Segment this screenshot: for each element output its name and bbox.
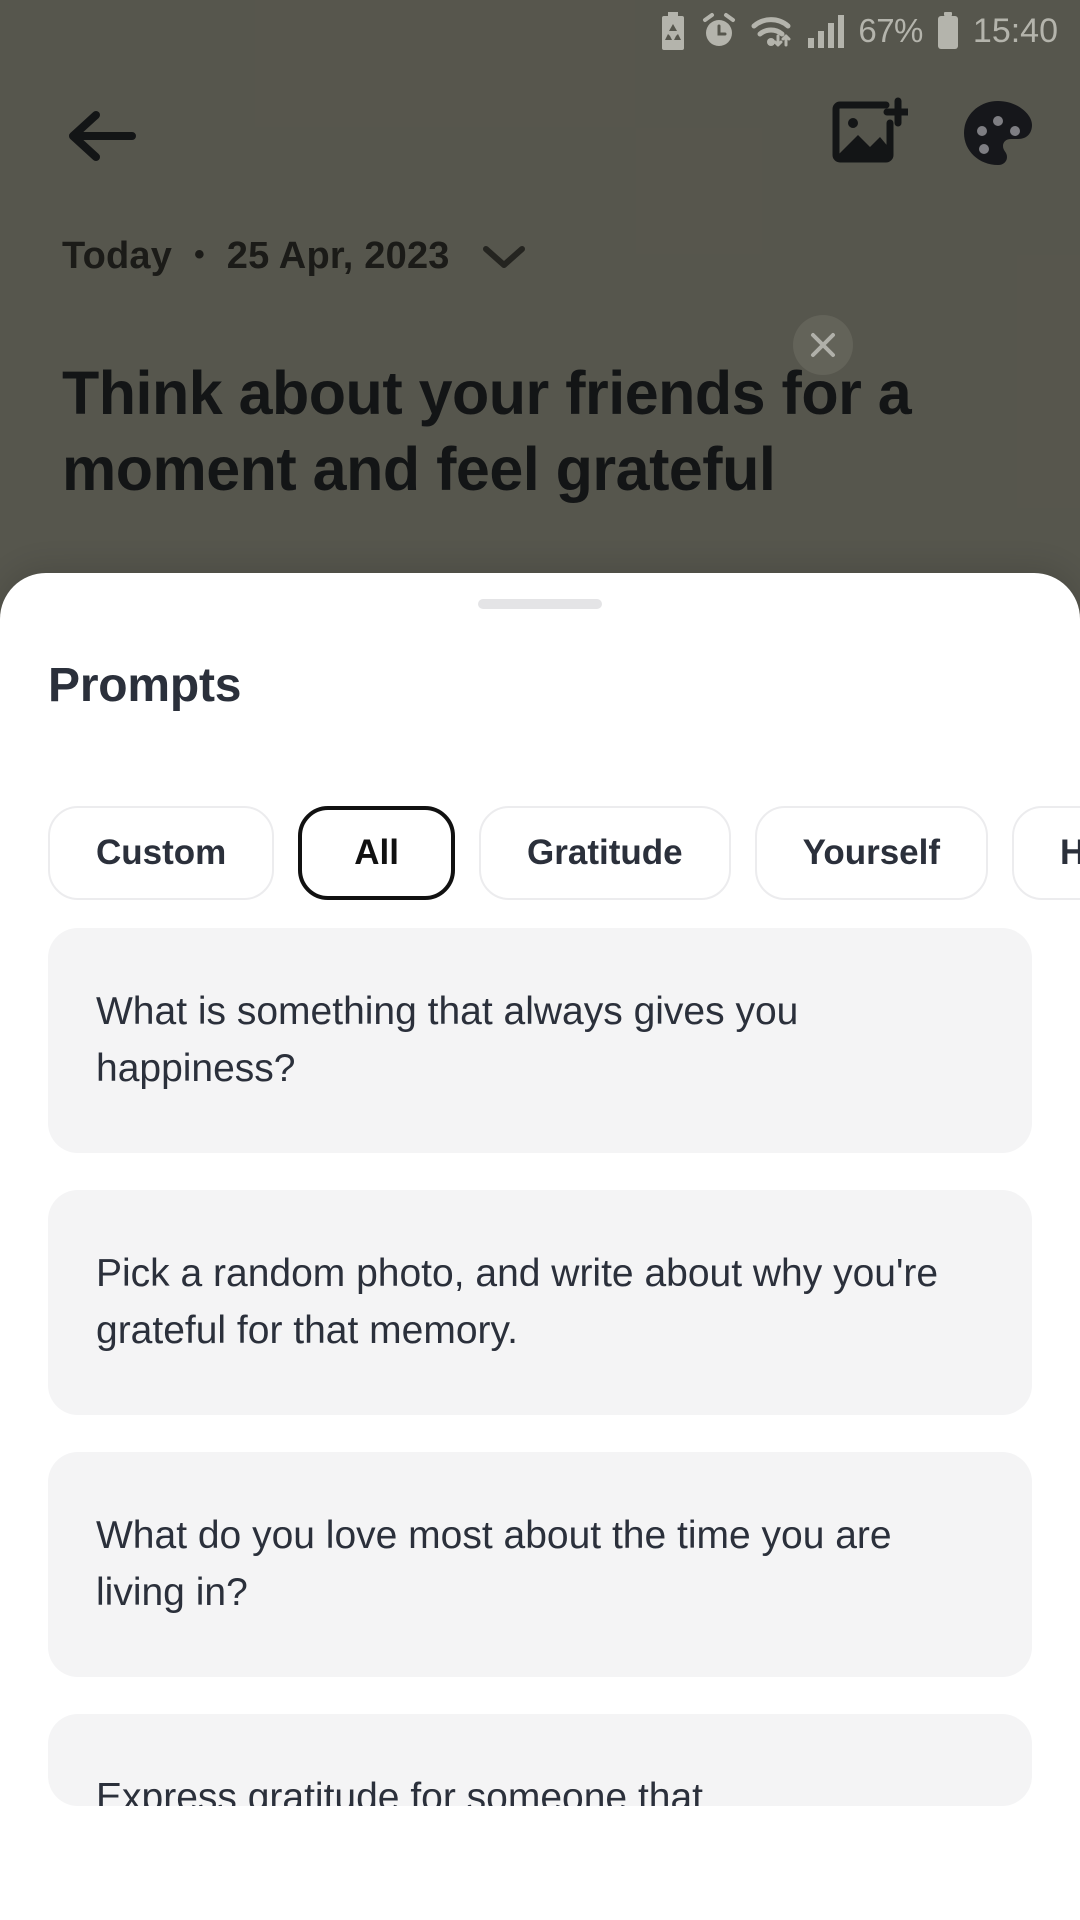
chip-yourself[interactable]: Yourself (754, 806, 989, 900)
chip-custom[interactable]: Custom (48, 806, 275, 900)
chip-all[interactable]: All (298, 806, 456, 900)
sheet-title: Prompts (48, 659, 242, 712)
prompt-card[interactable]: Express gratitude for someone that (48, 1714, 1032, 1807)
prompts-bottom-sheet: Prompts Custom All Gratitude Yourself H What… (0, 573, 1080, 1920)
drag-handle[interactable] (478, 599, 602, 609)
prompt-card[interactable]: Pick a random photo, and write about why… (48, 1190, 1032, 1416)
prompt-list: What is something that always gives you … (0, 928, 1080, 1920)
prompt-card[interactable]: What is something that always gives you … (48, 928, 1032, 1154)
chip-gratitude[interactable]: Gratitude (479, 806, 731, 900)
prompt-category-chips[interactable]: Custom All Gratitude Yourself H (0, 798, 1080, 908)
prompt-card[interactable]: What do you love most about the time you… (48, 1452, 1032, 1678)
chip-h[interactable]: H (1012, 806, 1080, 900)
